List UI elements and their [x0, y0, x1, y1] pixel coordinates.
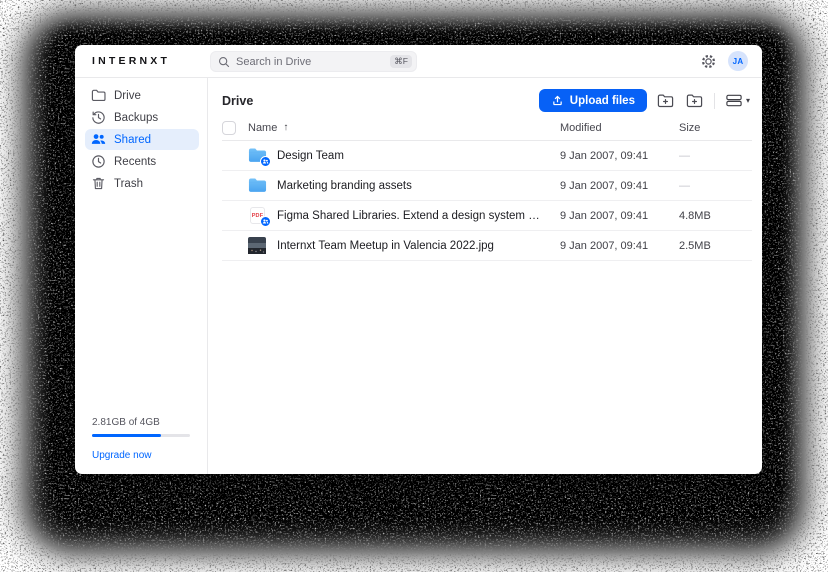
column-name[interactable]: Name: [248, 122, 277, 134]
sidebar-item-drive[interactable]: Drive: [85, 85, 199, 106]
toolbar: Upload files: [539, 89, 752, 112]
folder-plus-icon: [657, 93, 674, 108]
app-body: Drive: [75, 78, 762, 474]
shared-people-icon: [91, 132, 106, 147]
sidebar-item-recents[interactable]: Recents: [85, 151, 199, 172]
image-thumbnail: [248, 237, 266, 254]
upload-folder-button[interactable]: [685, 91, 705, 111]
top-bar: INTERNXT Search in Drive ⌘F JA: [75, 45, 762, 78]
sidebar-item-backups[interactable]: Backups: [85, 107, 199, 128]
sidebar-nav: Drive: [75, 85, 207, 195]
main-panel: Drive Upload files: [208, 78, 762, 474]
shared-badge-icon: [260, 216, 271, 227]
settings-button[interactable]: [698, 51, 718, 71]
file-name: Internxt Team Meetup in Valencia 2022.jp…: [277, 240, 494, 252]
table-header: Name ↑ Modified Size: [222, 115, 752, 141]
sidebar-item-label: Trash: [114, 178, 143, 190]
file-name: Marketing branding assets: [277, 180, 412, 192]
folder-blue-icon: [248, 177, 267, 193]
view-mode-selector[interactable]: ▾: [724, 94, 752, 107]
upload-files-label: Upload files: [570, 95, 635, 107]
table-row[interactable]: PDF Internxt: [222, 231, 752, 261]
backup-history-icon: [91, 110, 106, 125]
file-modified: 9 Jan 2007, 09:41: [560, 150, 679, 162]
folder-icon: [91, 88, 106, 103]
storage-usage-label: 2.81GB of 4GB: [92, 417, 191, 428]
folder-upload-icon: [686, 93, 703, 108]
storage-panel: 2.81GB of 4GB Upgrade now: [75, 417, 207, 474]
chevron-down-icon: ▾: [746, 96, 750, 105]
sidebar: Drive: [75, 78, 208, 474]
gear-icon: [700, 53, 717, 70]
file-size: 4.8MB: [679, 210, 752, 222]
breadcrumb: Drive: [222, 94, 253, 108]
column-size[interactable]: Size: [679, 122, 752, 134]
file-modified: 9 Jan 2007, 09:41: [560, 180, 679, 192]
file-size: —: [679, 180, 752, 192]
column-modified[interactable]: Modified: [560, 122, 679, 134]
app-window: INTERNXT Search in Drive ⌘F JA: [75, 45, 762, 474]
table-row[interactable]: PDF Design Te: [222, 141, 752, 171]
file-modified: 9 Jan 2007, 09:41: [560, 210, 679, 222]
file-modified: 9 Jan 2007, 09:41: [560, 240, 679, 252]
sidebar-item-trash[interactable]: Trash: [85, 173, 199, 194]
sidebar-item-label: Drive: [114, 90, 141, 102]
avatar[interactable]: JA: [728, 51, 748, 71]
brand-logo: INTERNXT: [92, 55, 170, 67]
sidebar-item-label: Shared: [114, 134, 151, 146]
shared-badge-icon: [260, 156, 271, 167]
file-list: PDF Design Te: [222, 141, 752, 261]
table-row[interactable]: PDF Figma Sha: [222, 201, 752, 231]
sidebar-item-shared[interactable]: Shared: [85, 129, 199, 150]
storage-progress-fill: [92, 434, 161, 437]
upload-icon: [551, 94, 564, 107]
toolbar-divider: [714, 93, 715, 109]
main-header: Drive Upload files: [222, 78, 752, 115]
search-placeholder: Search in Drive: [236, 56, 390, 68]
sidebar-item-label: Recents: [114, 156, 156, 168]
upload-files-button[interactable]: Upload files: [539, 89, 647, 112]
create-folder-button[interactable]: [656, 91, 676, 111]
trash-icon: [91, 176, 106, 191]
list-view-icon: [726, 94, 742, 107]
search-shortcut-badge: ⌘F: [390, 55, 412, 68]
search-input[interactable]: Search in Drive ⌘F: [210, 51, 417, 72]
file-size: —: [679, 150, 752, 162]
storage-progress-track: [92, 434, 190, 437]
sort-ascending-icon[interactable]: ↑: [283, 122, 288, 133]
file-size: 2.5MB: [679, 240, 752, 252]
file-name: Design Team: [277, 150, 344, 162]
clock-icon: [91, 154, 106, 169]
select-all-checkbox[interactable]: [222, 121, 236, 135]
topbar-right: JA: [698, 51, 748, 71]
table-row[interactable]: PDF Marketing: [222, 171, 752, 201]
search-icon: [218, 56, 230, 68]
sidebar-item-label: Backups: [114, 112, 158, 124]
file-name: Figma Shared Libraries. Extend a design …: [277, 210, 546, 222]
upgrade-link[interactable]: Upgrade now: [92, 450, 191, 461]
